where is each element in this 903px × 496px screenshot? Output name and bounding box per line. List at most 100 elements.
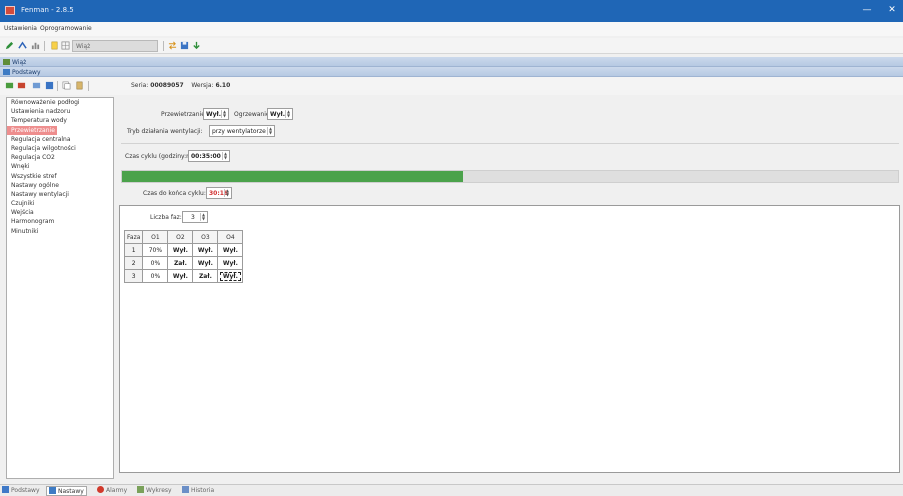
sidebar-item-ventilation-settings[interactable]: Nastawy wentylacji bbox=[7, 190, 113, 199]
table-cell[interactable]: 0% bbox=[142, 256, 169, 270]
alarm-icon bbox=[97, 486, 104, 493]
mode-label: Tryb działania wentylacji: bbox=[127, 128, 203, 135]
column-header-o2: O2 bbox=[167, 230, 194, 244]
menu-bar: Ustawienia Oprogramowanie bbox=[0, 22, 903, 36]
device-toolbar: Seria: 00089057 Wersja: 6.10 bbox=[0, 77, 903, 95]
grid-icon[interactable] bbox=[61, 41, 70, 50]
table-row: 3 0% Wył. Zał. Wył. bbox=[123, 269, 244, 283]
remaining-label: Czas do końca cyklu: bbox=[143, 190, 206, 197]
divider bbox=[121, 143, 899, 144]
table-cell[interactable]: 0% bbox=[142, 269, 169, 283]
sidebar-item-ventilation[interactable]: Przewietrzanie bbox=[7, 125, 57, 135]
sidebar-item-water-temperature[interactable]: Temperatura wody bbox=[7, 116, 113, 125]
spin-arrows-icon[interactable]: ▲ ▼ bbox=[285, 110, 291, 118]
spin-arrows-icon[interactable]: ▲ ▼ bbox=[221, 110, 227, 118]
sidebar-item-supervision[interactable]: Ustawienia nadzoru bbox=[7, 107, 113, 116]
column-header-o4: O4 bbox=[217, 230, 244, 244]
ventilation-spinner[interactable]: Wył. ▲ ▼ bbox=[203, 108, 229, 120]
sidebar-item-humidity-regulation[interactable]: Regulacja wilgotności bbox=[7, 144, 113, 153]
pencil-icon[interactable] bbox=[5, 41, 14, 50]
sidebar-item-co2-regulation[interactable]: Regulacja CO2 bbox=[7, 153, 113, 162]
settings-sidebar: Równoważenie podłogi Ustawienia nadzoru … bbox=[6, 97, 114, 479]
table-cell-focused[interactable]: Wył. bbox=[217, 269, 244, 283]
sidebar-item-timers[interactable]: Minutniki bbox=[7, 227, 113, 236]
spin-arrows-icon[interactable]: ▲ ▼ bbox=[267, 127, 273, 135]
row-header: 3 bbox=[123, 269, 144, 283]
ventilation-panel: Przewietrzanie: Wył. ▲ ▼ Ogrzewanie: Wył. ▲… bbox=[117, 97, 902, 479]
sidebar-item-general-settings[interactable]: Nastawy ogólne bbox=[7, 181, 113, 190]
paste-icon[interactable] bbox=[75, 81, 84, 90]
table-cell[interactable]: Wył. bbox=[167, 269, 194, 283]
tab-alarms[interactable]: Alarmy bbox=[97, 486, 127, 496]
transfer-icon[interactable] bbox=[168, 41, 177, 50]
device-info: Seria: 00089057 Wersja: 6.10 bbox=[131, 82, 230, 89]
write-icon[interactable] bbox=[17, 81, 26, 90]
table-cell[interactable]: Wył. bbox=[167, 243, 194, 257]
save-icon[interactable] bbox=[180, 41, 189, 50]
table-cell[interactable]: Zał. bbox=[192, 269, 219, 283]
mode-select[interactable]: przy wentylatorze ▲ ▼ bbox=[209, 125, 275, 137]
sidebar-item-all-zones[interactable]: Wszystkie stref bbox=[7, 172, 113, 181]
floppy-icon[interactable] bbox=[45, 81, 54, 90]
column-header-o3: O3 bbox=[192, 230, 219, 244]
tab-basics[interactable]: Podstawy bbox=[2, 486, 40, 496]
table-row: 2 0% Zał. Wył. Wył. bbox=[123, 256, 244, 270]
table-cell[interactable]: Wył. bbox=[217, 256, 244, 270]
toolbar-divider bbox=[163, 41, 164, 51]
interval-spinner[interactable]: 00:35:00 ▲ ▼ bbox=[188, 150, 230, 162]
table-cell[interactable]: Zał. bbox=[167, 256, 194, 270]
download-icon[interactable] bbox=[192, 41, 201, 50]
minimize-button[interactable]: — bbox=[861, 4, 873, 16]
menu-item-settings[interactable]: Ustawienia bbox=[4, 25, 37, 32]
settings-icon bbox=[49, 487, 56, 494]
phases-table: Faza O1 O2 O3 O4 1 70% Wył. Wył. Wył. 2 … bbox=[123, 230, 244, 283]
panel-header-settings[interactable]: Podstawy bbox=[0, 67, 903, 77]
spin-arrows-icon[interactable]: ▲ ▼ bbox=[222, 152, 228, 160]
spin-arrows-icon[interactable]: ▲ ▼ bbox=[200, 213, 206, 221]
table-cell[interactable]: Wył. bbox=[192, 256, 219, 270]
sidebar-item-schedule[interactable]: Harmonogram bbox=[7, 217, 113, 226]
table-cell[interactable]: Wył. bbox=[217, 243, 244, 257]
connect-icon[interactable] bbox=[18, 41, 27, 50]
sidebar-item-inputs[interactable]: Wejścia bbox=[7, 208, 113, 217]
serial-label: Seria: bbox=[131, 82, 149, 89]
menu-item-software[interactable]: Oprogramowanie bbox=[40, 25, 92, 32]
stages-spinner[interactable]: 3 ▲ ▼ bbox=[182, 211, 208, 223]
tab-charts[interactable]: Wykresy bbox=[137, 486, 172, 496]
device-combo[interactable]: Wiąż bbox=[72, 40, 158, 52]
tab-history[interactable]: Historia bbox=[182, 486, 214, 496]
column-header-phase: Faza bbox=[123, 230, 144, 244]
table-cell[interactable]: 70% bbox=[142, 243, 169, 257]
version-label: Wersja: bbox=[191, 82, 214, 89]
row-header: 1 bbox=[123, 243, 144, 257]
sidebar-item-inlets[interactable]: Wnęki bbox=[7, 162, 113, 171]
image-icon[interactable] bbox=[32, 81, 41, 90]
sidebar-item-central-regulation[interactable]: Regulacja centralna bbox=[7, 135, 113, 144]
sidebar-item-floor-balance[interactable]: Równoważenie podłogi bbox=[7, 98, 113, 107]
heating-label: Ogrzewanie: bbox=[234, 111, 272, 118]
copy-icon[interactable] bbox=[62, 81, 71, 90]
table-cell[interactable]: Wył. bbox=[192, 243, 219, 257]
sidebar-item-sensors[interactable]: Czujniki bbox=[7, 199, 113, 208]
cycle-progress-bar bbox=[121, 170, 899, 183]
device-icon bbox=[3, 59, 10, 65]
panel-header-device[interactable]: Wiąż bbox=[0, 57, 903, 67]
title-bar: Fenman - 2.8.5 — ✕ bbox=[0, 0, 903, 22]
read-icon[interactable] bbox=[5, 81, 14, 90]
table-row: 1 70% Wył. Wył. Wył. bbox=[123, 243, 244, 257]
serial-value: 00089057 bbox=[150, 82, 184, 89]
chart-icon bbox=[137, 486, 144, 493]
tab-settings[interactable]: Nastawy bbox=[46, 486, 87, 496]
app-icon bbox=[5, 6, 15, 15]
close-button[interactable]: ✕ bbox=[886, 4, 898, 16]
bar-chart-icon[interactable] bbox=[31, 41, 40, 50]
toolbar-divider bbox=[44, 41, 45, 51]
toolbar-divider bbox=[88, 81, 89, 91]
basics-icon bbox=[2, 486, 9, 493]
table-header-row: Faza O1 O2 O3 O4 bbox=[123, 230, 244, 244]
spin-arrows-icon[interactable]: ▲ ▼ bbox=[224, 189, 230, 197]
ventilation-label: Przewietrzanie: bbox=[161, 111, 207, 118]
doc-icon[interactable] bbox=[50, 41, 59, 50]
remaining-spinner[interactable]: 30:16 ▲ ▼ bbox=[206, 187, 232, 199]
heating-spinner[interactable]: Wył. ▲ ▼ bbox=[267, 108, 293, 120]
